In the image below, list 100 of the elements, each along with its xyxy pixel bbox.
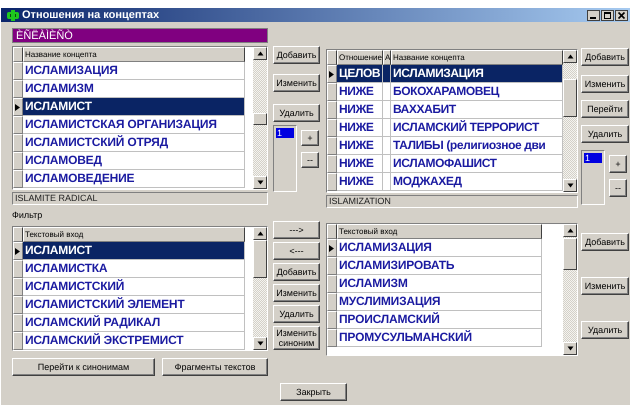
table-cell[interactable]: НИЖЕ bbox=[337, 101, 383, 119]
table-cell[interactable] bbox=[383, 119, 391, 137]
table-cell[interactable]: ИСЛАМИСТСКИЙ bbox=[23, 278, 245, 296]
table-cell[interactable]: БОКОХАРАМОВЕЦ bbox=[391, 83, 563, 101]
table-cell[interactable]: ИСЛАМИСТКА bbox=[23, 260, 245, 278]
table-cell[interactable]: НИЖЕ bbox=[337, 137, 383, 155]
row-selector[interactable] bbox=[13, 242, 23, 260]
button[interactable]: Изменить bbox=[273, 284, 320, 302]
data-grid[interactable]: Название концепта ИСЛАМИЗАЦИЯ ИСЛАМИЗМ ИСЛАМИСТ ИСЛАМИСТСКАЯ ОРГАНИЗАЦИЯ ИСЛАМИСТСКИЙ ОТРЯД ИСЛАМОВЕД ИСЛАМОВЕДЕНИЕ bbox=[12, 46, 268, 190]
table-cell[interactable] bbox=[383, 155, 391, 173]
button[interactable]: + bbox=[301, 130, 319, 146]
table-cell[interactable]: НИЖЕ bbox=[337, 155, 383, 173]
button[interactable]: -- bbox=[609, 179, 627, 197]
scroll-down-button[interactable] bbox=[563, 342, 577, 355]
table-cell[interactable]: НИЖЕ bbox=[337, 83, 383, 101]
scroll-thumb[interactable] bbox=[253, 113, 267, 125]
button[interactable]: Изменить синоним bbox=[273, 326, 320, 350]
scroll-thumb[interactable] bbox=[563, 79, 577, 117]
column-header[interactable]: Название концепта bbox=[23, 47, 245, 62]
table-cell[interactable]: ИСЛАМСКИЙ ЭКСТРЕМИСТ bbox=[23, 332, 245, 350]
vertical-scrollbar[interactable] bbox=[253, 227, 267, 350]
row-selector[interactable] bbox=[327, 239, 337, 257]
column-header[interactable]: Отношение bbox=[337, 50, 383, 65]
button[interactable]: Удалить bbox=[581, 125, 629, 143]
scroll-thumb[interactable] bbox=[253, 240, 267, 278]
table-cell[interactable]: МОДЖАХЕД bbox=[391, 173, 563, 191]
vertical-scrollbar[interactable] bbox=[563, 50, 577, 192]
header-corner bbox=[327, 50, 337, 65]
table-cell[interactable]: ИСЛАМОВЕД bbox=[23, 152, 245, 170]
scroll-up-button[interactable] bbox=[253, 47, 267, 60]
table-cell[interactable]: ЦЕЛОВ bbox=[337, 65, 383, 83]
button[interactable]: Фрагменты текстов bbox=[162, 358, 268, 376]
button[interactable]: Добавить bbox=[581, 233, 629, 251]
row-selector[interactable] bbox=[13, 98, 23, 116]
table-cell[interactable]: ИСЛАМИСТСКИЙ ЭЛЕМЕНТ bbox=[23, 296, 245, 314]
button[interactable]: Изменить bbox=[581, 75, 629, 93]
button[interactable]: Перейти bbox=[581, 100, 629, 118]
up-arrow-icon bbox=[566, 227, 574, 234]
button[interactable]: <--- bbox=[273, 242, 320, 260]
table-cell[interactable]: ИСЛАМИЗАЦИЯ bbox=[337, 239, 542, 257]
list-box[interactable]: 1 bbox=[273, 125, 297, 192]
table-cell[interactable]: ИСЛАМИСТСКАЯ ОРГАНИЗАЦИЯ bbox=[23, 116, 245, 134]
list-box[interactable]: 1 bbox=[581, 150, 605, 205]
vertical-scrollbar[interactable] bbox=[253, 47, 267, 189]
scroll-down-button[interactable] bbox=[253, 176, 267, 189]
scroll-up-button[interactable] bbox=[253, 227, 267, 240]
scroll-up-button[interactable] bbox=[563, 224, 577, 237]
column-header[interactable]: Текстовый вход bbox=[23, 227, 245, 242]
minimize-icon[interactable] bbox=[587, 10, 600, 20]
button[interactable]: Добавить bbox=[273, 46, 320, 64]
scroll-down-button[interactable] bbox=[253, 337, 267, 350]
button[interactable]: Удалить bbox=[273, 305, 320, 323]
table-cell[interactable]: ИСЛАМИЗАЦИЯ bbox=[23, 62, 245, 80]
table-cell[interactable]: ИСЛАМСКИЙ РАДИКАЛ bbox=[23, 314, 245, 332]
table-cell[interactable]: МУСЛИМИЗАЦИЯ bbox=[337, 293, 542, 311]
table-cell[interactable]: НИЖЕ bbox=[337, 119, 383, 137]
scroll-down-button[interactable] bbox=[563, 179, 577, 192]
list-item[interactable]: 1 bbox=[276, 128, 294, 138]
column-header[interactable]: Текстовый вход bbox=[337, 224, 542, 239]
table-cell[interactable]: ПРОИСЛАМСКИЙ bbox=[337, 311, 542, 329]
button[interactable]: -- bbox=[301, 152, 319, 168]
button[interactable]: Перейти к синонимам bbox=[12, 358, 155, 376]
column-header[interactable]: Название концепта bbox=[391, 50, 563, 65]
scroll-up-button[interactable] bbox=[563, 50, 577, 63]
table-cell[interactable] bbox=[383, 137, 391, 155]
table-cell[interactable]: ИСЛАМСКИЙ ТЕРРОРИСТ bbox=[391, 119, 563, 137]
table-cell[interactable]: ИСЛАМОВЕДЕНИЕ bbox=[23, 170, 245, 188]
table-cell[interactable]: НИЖЕ bbox=[337, 173, 383, 191]
button[interactable]: ---> bbox=[273, 221, 320, 239]
table-cell[interactable]: ПРОМУСУЛЬМАНСКИЙ bbox=[337, 329, 542, 347]
table-cell[interactable]: ИСЛАМИЗАЦИЯ bbox=[391, 65, 563, 83]
button[interactable]: Удалить bbox=[273, 104, 320, 122]
button[interactable]: Изменить bbox=[273, 74, 320, 92]
close-button[interactable]: Закрыть bbox=[280, 383, 347, 401]
table-cell[interactable]: ИСЛАМИСТ bbox=[23, 98, 245, 116]
row-selector[interactable] bbox=[327, 65, 337, 83]
row-pointer-icon bbox=[14, 104, 21, 110]
table-cell[interactable] bbox=[383, 173, 391, 191]
list-item[interactable]: 1 bbox=[584, 153, 602, 163]
button[interactable]: Удалить bbox=[581, 321, 629, 339]
vertical-scrollbar[interactable] bbox=[563, 224, 577, 355]
table-cell[interactable] bbox=[383, 83, 391, 101]
button[interactable]: Изменить bbox=[581, 277, 629, 295]
table-cell[interactable] bbox=[383, 101, 391, 119]
table-cell[interactable]: ИСЛАМИЗИРОВАТЬ bbox=[337, 257, 542, 275]
table-cell[interactable]: ВАХХАБИТ bbox=[391, 101, 563, 119]
maximize-icon[interactable] bbox=[601, 10, 614, 20]
scroll-thumb[interactable] bbox=[563, 238, 577, 270]
table-cell[interactable] bbox=[383, 65, 391, 83]
close-icon[interactable] bbox=[615, 10, 628, 20]
data-grid[interactable]: Текстовый вход ИСЛАМИСТ ИСЛАМИСТКА ИСЛАМИСТСКИЙ ИСЛАМИСТСКИЙ ЭЛЕМЕНТ ИСЛАМСКИЙ РАДИКАЛ ИСЛАМСКИЙ ЭКСТРЕМИСТ bbox=[12, 226, 268, 351]
table-cell[interactable]: ИСЛАМИЗМ bbox=[337, 275, 542, 293]
table-cell[interactable]: ИСЛАМИСТ bbox=[23, 242, 245, 260]
table-cell[interactable]: ИСЛАМОФАШИСТ bbox=[391, 155, 563, 173]
table-cell[interactable]: ИСЛАМИСТСКИЙ ОТРЯД bbox=[23, 134, 245, 152]
button[interactable]: Добавить bbox=[581, 48, 629, 66]
data-grid[interactable]: Текстовый вход ИСЛАМИЗАЦИЯ ИСЛАМИЗИРОВАТЬ ИСЛАМИЗМ МУСЛИМИЗАЦИЯ ПРОИСЛАМСКИЙ ПРОМУСУЛЬМАНСКИЙ bbox=[326, 223, 578, 356]
table-cell[interactable]: ТАЛИБЫ (религиозное дви bbox=[391, 137, 563, 155]
button[interactable]: Добавить bbox=[273, 263, 320, 281]
button[interactable]: + bbox=[609, 155, 627, 173]
